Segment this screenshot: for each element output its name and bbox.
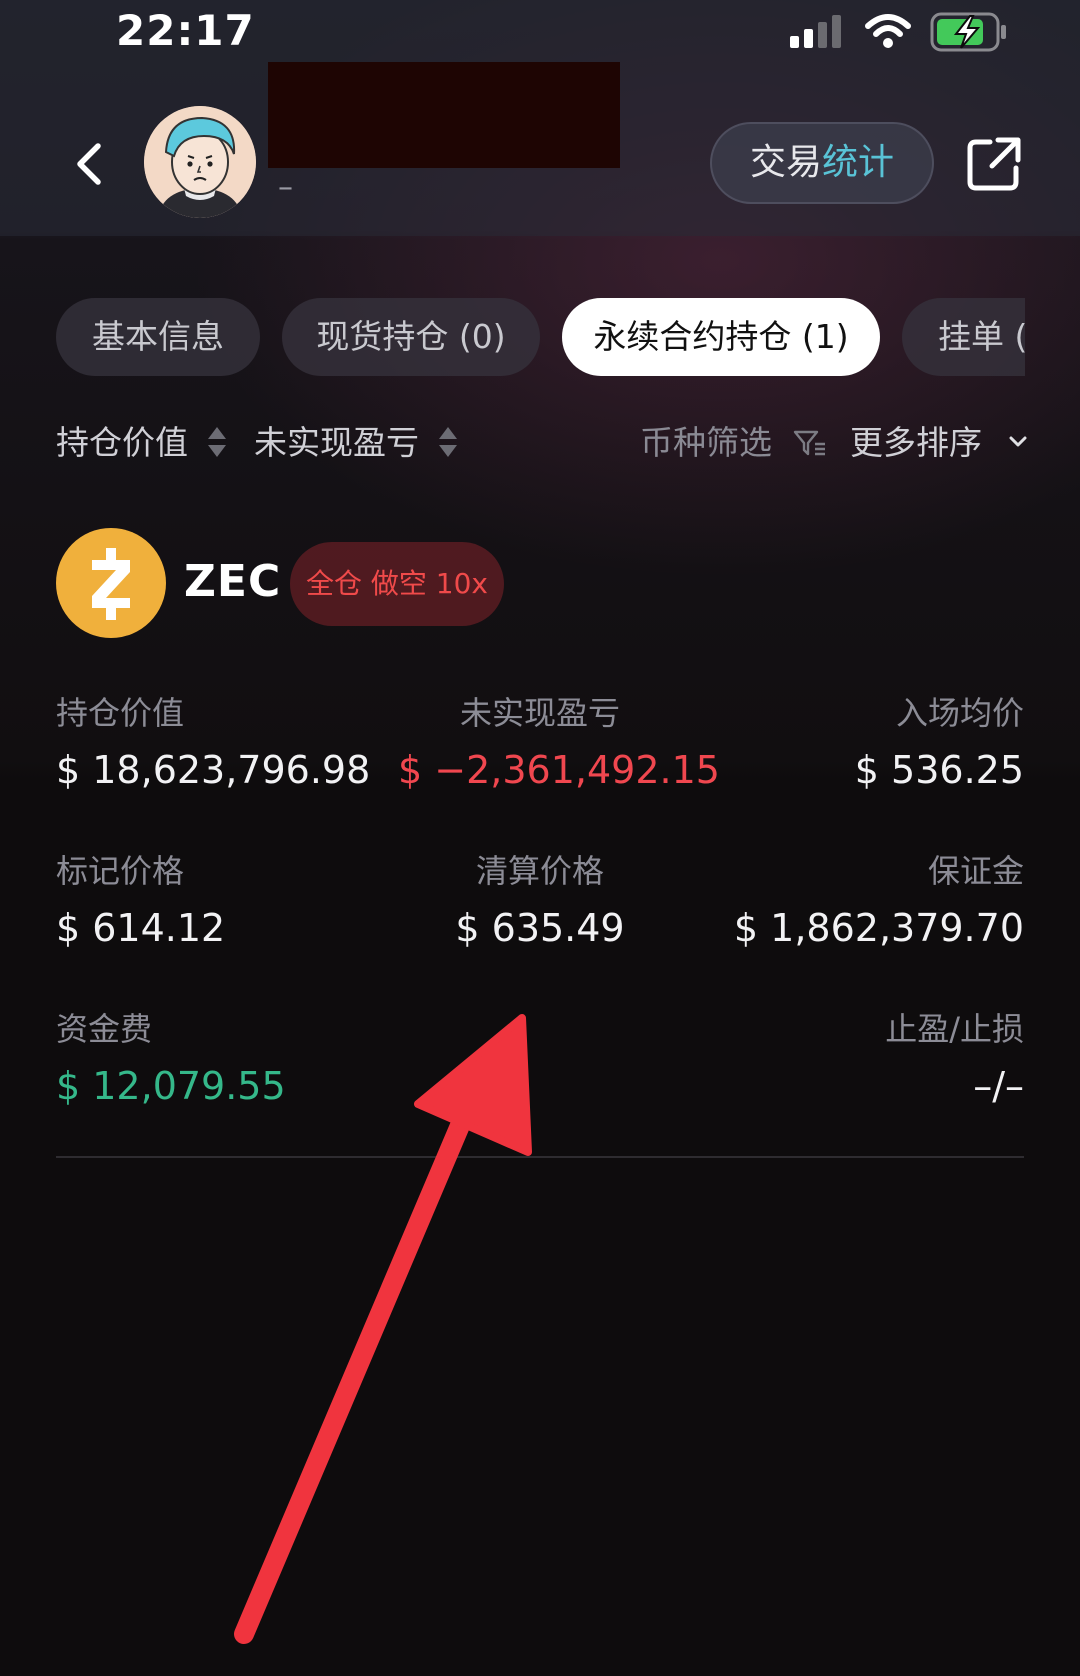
avatar[interactable] — [144, 106, 256, 218]
status-time: 22:17 — [116, 6, 255, 55]
position-mode-badge: 全仓 做空 10x — [290, 542, 504, 626]
coin-name: ZEC — [184, 556, 282, 607]
sort-unrealized-pnl-label: 未实现盈亏 — [254, 423, 419, 462]
coin-filter-button[interactable]: 币种筛选 — [640, 416, 827, 464]
tab-bar: 基本信息 现货持仓 (0) 永续合约持仓 (1) 挂单 ( — [0, 298, 1080, 378]
tab-open-orders[interactable]: 挂单 ( — [902, 298, 1025, 376]
more-sort-button[interactable]: 更多排序 — [850, 416, 1029, 464]
position-value: $ 18,623,796.98 — [56, 748, 371, 792]
status-bar: 22:17 — [0, 0, 1080, 70]
tab-basic-info[interactable]: 基本信息 — [56, 298, 260, 376]
redacted-username — [268, 62, 620, 168]
trade-stats-label-1: 交易 — [749, 142, 822, 183]
filter-icon — [793, 430, 825, 456]
tp-sl-label: 止盈/止损 — [885, 1010, 1024, 1048]
funding-fee-value: $ 12,079.55 — [56, 1064, 286, 1108]
user-subtitle: – — [278, 170, 293, 205]
divider — [56, 1156, 1024, 1158]
mark-price-value: $ 614.12 — [56, 906, 226, 950]
unrealized-pnl-value: $ −2,361,492.15 — [398, 748, 720, 792]
liquidation-price-label: 清算价格 — [475, 852, 604, 890]
sort-arrows-icon — [207, 427, 226, 457]
zec-coin-icon — [56, 528, 166, 638]
battery-charging-icon — [930, 12, 1006, 52]
share-icon[interactable] — [964, 134, 1024, 194]
wifi-icon — [865, 14, 911, 48]
chevron-down-icon — [1009, 436, 1026, 447]
margin-label: 保证金 — [927, 852, 1024, 890]
entry-price-label: 入场均价 — [895, 694, 1024, 732]
avatar-image — [144, 106, 256, 218]
trade-stats-button[interactable]: 交易统计 — [710, 122, 934, 204]
unrealized-pnl-label: 未实现盈亏 — [459, 694, 620, 732]
mark-price-label: 标记价格 — [56, 852, 185, 890]
signal-icon — [790, 15, 841, 48]
sort-unrealized-pnl[interactable]: 未实现盈亏 — [254, 416, 460, 464]
liquidation-price-value: $ 635.49 — [455, 906, 625, 950]
tab-perp-holdings[interactable]: 永续合约持仓 (1) — [562, 298, 880, 376]
funding-fee-label: 资金费 — [56, 1010, 153, 1048]
margin-value: $ 1,862,379.70 — [733, 906, 1024, 950]
sort-position-value[interactable]: 持仓价值 — [56, 416, 229, 464]
entry-price-value: $ 536.25 — [854, 748, 1024, 792]
position-value-label: 持仓价值 — [56, 694, 185, 732]
coin-filter-label: 币种筛选 — [640, 423, 772, 462]
sort-position-value-label: 持仓价值 — [56, 423, 188, 462]
sort-bar: 持仓价值 未实现盈亏 币种筛选 更多排序 — [0, 416, 1080, 472]
tp-sl-value: –/– — [973, 1064, 1024, 1108]
back-button[interactable] — [70, 138, 110, 190]
more-sort-label: 更多排序 — [850, 423, 982, 462]
trade-stats-label-2: 统计 — [822, 142, 895, 183]
tab-spot-holdings[interactable]: 现货持仓 (0) — [282, 298, 540, 376]
sort-arrows-icon — [438, 427, 457, 457]
